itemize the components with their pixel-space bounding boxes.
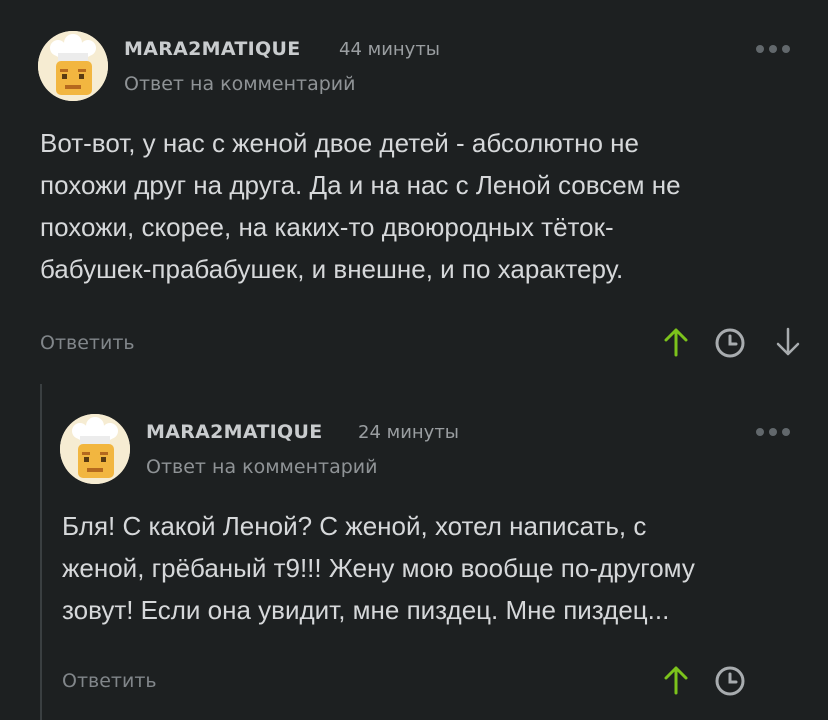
- avatar[interactable]: [38, 31, 108, 101]
- comment-line: женой, грёбаный т9!!! Жену мою вообще по…: [62, 553, 695, 583]
- comment-time: 24 минуты: [358, 422, 460, 443]
- comment-body: Вот-вот, у нас с женой двое детей - абсо…: [40, 122, 681, 290]
- comment-time: 44 минуты: [339, 39, 441, 60]
- chef-avatar-icon: [60, 414, 130, 484]
- comment-body: Бля! С какой Леной? С женой, хотел напис…: [62, 505, 695, 631]
- comment: MARA2MATIQUE 44 минуты Ответ на коммента…: [0, 0, 828, 380]
- reply-button[interactable]: Ответить: [40, 332, 135, 354]
- username[interactable]: MARA2MATIQUE: [146, 421, 323, 443]
- clock-icon[interactable]: [713, 326, 747, 360]
- reply-button[interactable]: Ответить: [62, 670, 157, 692]
- chef-avatar-icon: [38, 31, 108, 101]
- username[interactable]: MARA2MATIQUE: [124, 38, 301, 60]
- downvote-arrow-icon[interactable]: [774, 326, 802, 358]
- comment-line: похожи друг на друга. Да и на нас с Лено…: [40, 170, 681, 200]
- reply-to-link[interactable]: Ответ на комментарий: [146, 456, 377, 478]
- comment-line: Бля! С какой Леной? С женой, хотел напис…: [62, 511, 647, 541]
- comment-line: Вот-вот, у нас с женой двое детей - абсо…: [40, 128, 640, 158]
- reply-to-link[interactable]: Ответ на комментарий: [124, 73, 355, 95]
- comment-line: бабушек-прабабушек, и внешне, и по харак…: [40, 254, 624, 284]
- more-options-icon[interactable]: [756, 428, 790, 436]
- upvote-arrow-icon[interactable]: [662, 664, 690, 696]
- comment-reply: MARA2MATIQUE 24 минуты Ответ на коммента…: [40, 380, 828, 720]
- comment-line: зовут! Если она увидит, мне пиздец. Мне …: [62, 595, 670, 625]
- avatar[interactable]: [60, 414, 130, 484]
- upvote-arrow-icon[interactable]: [662, 326, 690, 358]
- comment-line: похожи, скорее, на каких-то двоюродных т…: [40, 212, 614, 242]
- comments-page: MARA2MATIQUE 44 минуты Ответ на коммента…: [0, 0, 828, 720]
- more-options-icon[interactable]: [756, 45, 790, 53]
- clock-icon[interactable]: [713, 664, 747, 698]
